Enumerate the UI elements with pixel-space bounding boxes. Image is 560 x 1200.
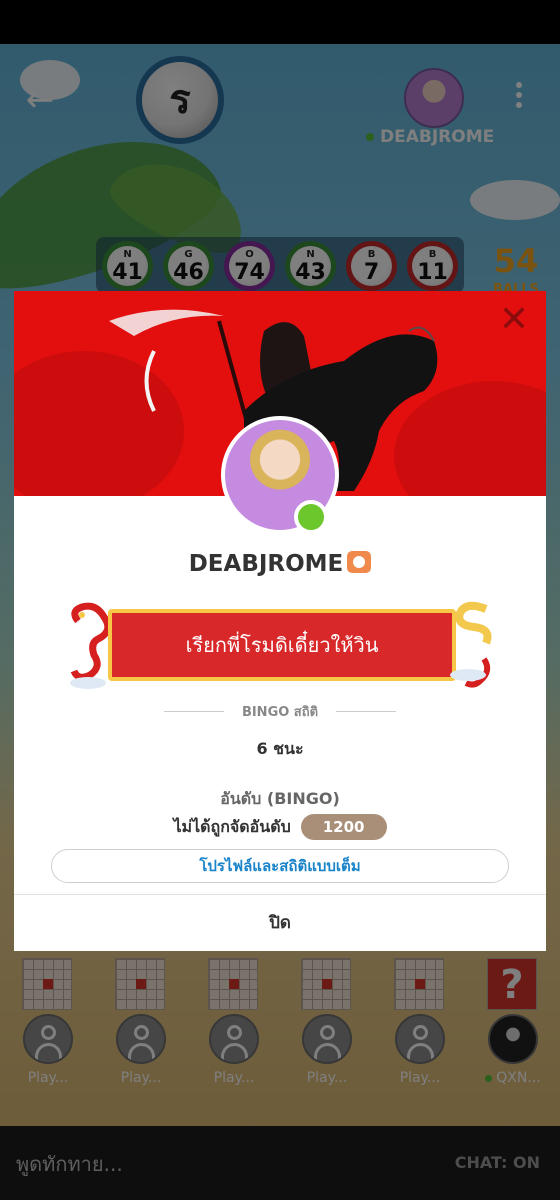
close-button[interactable]: ปิด [14, 894, 546, 951]
close-icon[interactable]: ✕ [496, 302, 532, 339]
profile-name: DEABJROME [188, 551, 344, 577]
section-title: BINGO สถิติ [241, 705, 319, 720]
online-status-dot [294, 500, 328, 534]
ribbon-text: เรียกพี่โรมดิเดี๋ยวให้วิน [185, 633, 379, 657]
status-ribbon: เรียกพี่โรมดิเดี๋ยวให้วิน [68, 599, 496, 691]
profile-name-row: DEABJROME [14, 551, 546, 577]
section-divider: BINGO สถิติ [164, 701, 396, 723]
rank-status: ไม่ได้ถูกจัดอันดับ [173, 816, 291, 836]
wins-count: 6 ชนะ [256, 739, 304, 758]
sushi-badge-icon [347, 551, 372, 573]
full-profile-button[interactable]: โปรไฟล์และสถิติแบบเต็ม [51, 849, 509, 883]
profile-modal: ✕ DEABJROME เรียกพี่โรมดิเดี๋ยวให้วิน BI… [14, 291, 546, 951]
rank-title: อันดับ (BINGO) [220, 789, 340, 808]
gold-dragon-icon [450, 601, 492, 688]
rank-points: 1200 [300, 814, 387, 840]
rank-row: ไม่ได้ถูกจัดอันดับ 1200 [14, 812, 546, 842]
